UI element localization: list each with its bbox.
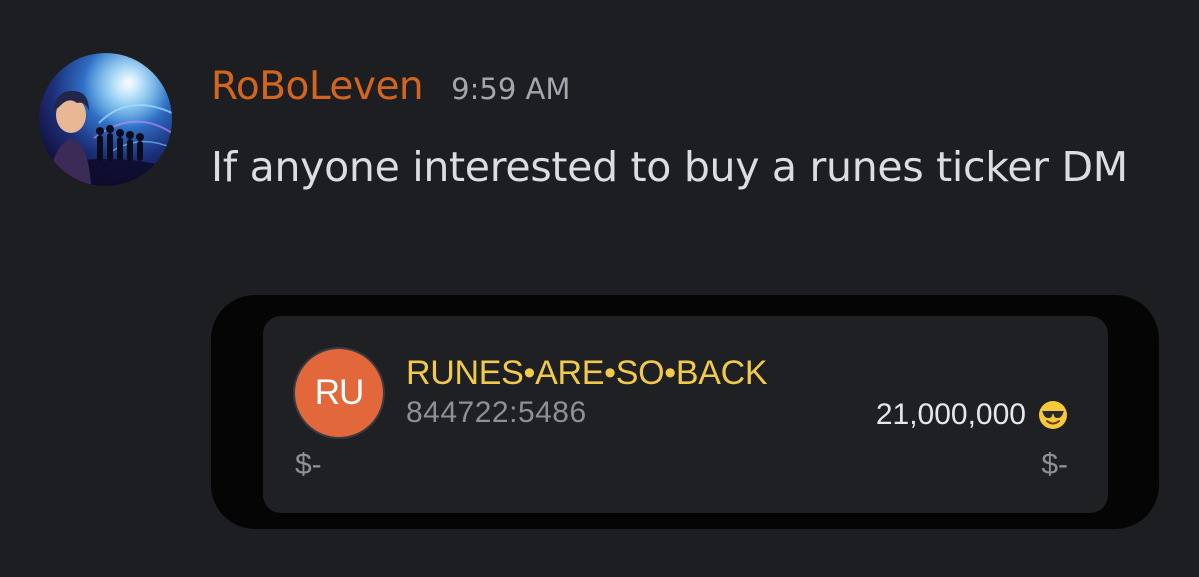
price-right: $- [1041,448,1068,481]
message-content: If anyone interested to buy a runes tick… [211,143,1128,191]
message-timestamp: 9:59 AM [451,72,571,106]
author-username[interactable]: RoBoLeven [211,64,424,109]
chat-message: RoBoLeven 9:59 AM If anyone interested t… [0,0,1199,577]
rune-name: RUNES•ARE•SO•BACK [406,354,768,392]
message-header: RoBoLeven 9:59 AM [211,64,570,120]
rune-id: 844722:5486 [406,396,587,429]
supply-value: 21,000,000 [875,398,1026,431]
smiling-face-with-sunglasses-icon [1038,400,1068,430]
rune-supply: 21,000,000 [876,398,1068,432]
rune-badge: RU [295,349,383,437]
user-avatar[interactable] [39,53,172,186]
avatar-artwork [39,53,172,186]
price-left: $- [295,448,322,481]
